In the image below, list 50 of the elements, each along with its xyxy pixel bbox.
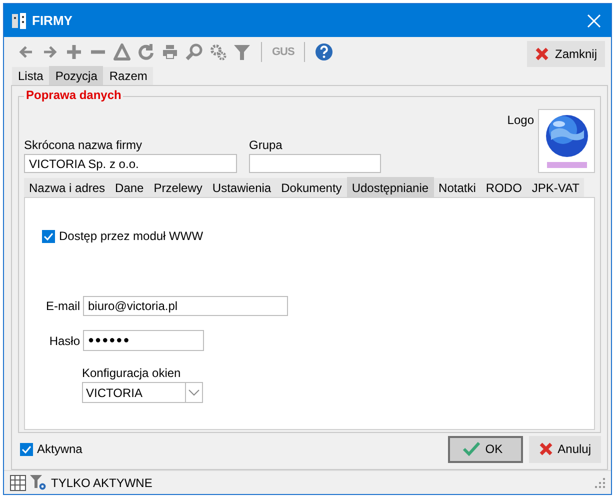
detail-tab[interactable]: Nazwa i adres xyxy=(24,178,110,197)
detail-tab[interactable]: Przelewy xyxy=(148,178,208,197)
detail-tab[interactable]: Dokumenty xyxy=(276,178,347,197)
triangle-icon[interactable] xyxy=(113,43,131,61)
status-text: TYLKO AKTYWNE xyxy=(51,476,152,490)
close-icon xyxy=(534,47,549,61)
search-icon[interactable] xyxy=(185,43,203,61)
close-button[interactable]: Zamknij xyxy=(526,41,605,67)
gears-icon[interactable] xyxy=(209,43,227,61)
chevron-down-icon xyxy=(188,389,200,396)
close-icon[interactable] xyxy=(587,14,601,28)
table-icon[interactable] xyxy=(10,474,26,490)
resize-grip-icon[interactable] xyxy=(595,478,605,488)
checkbox[interactable] xyxy=(20,442,33,456)
detail-tab[interactable]: Ustawienia xyxy=(207,178,276,197)
window-title: FIRMY xyxy=(32,13,74,28)
group-title: Poprawa danych xyxy=(24,88,124,102)
group-field[interactable] xyxy=(249,154,381,173)
refresh-icon[interactable] xyxy=(137,43,155,61)
password-field[interactable]: ●●●●●● xyxy=(83,330,204,351)
cancel-button[interactable]: Anuluj xyxy=(528,436,601,462)
filter-icon[interactable] xyxy=(233,43,251,61)
window-config-dropdown[interactable]: VICTORIA xyxy=(82,382,203,403)
detail-tab[interactable]: Notatki xyxy=(434,178,481,197)
short-name-field[interactable]: VICTORIA Sp. z o.o. xyxy=(24,154,237,173)
email-field[interactable]: biuro@victoria.pl xyxy=(83,296,288,316)
detail-tab[interactable]: Udostępnianie xyxy=(346,177,434,197)
field-label: Hasło xyxy=(48,334,80,348)
field-label: Konfiguracja okien xyxy=(82,366,181,380)
plus-icon[interactable] xyxy=(65,43,83,61)
checkbox-label: Aktywna xyxy=(37,442,82,456)
filter-icon[interactable] xyxy=(30,474,47,491)
printer-icon[interactable] xyxy=(161,43,179,61)
checkbox-label: Dostęp przez moduł WWW xyxy=(59,229,204,243)
detail-tab[interactable]: JPK-VAT xyxy=(526,178,584,197)
ok-button[interactable]: OK xyxy=(448,436,523,462)
view-tab[interactable]: Pozycja xyxy=(49,66,104,85)
building-icon xyxy=(12,12,26,28)
help-icon[interactable] xyxy=(315,43,334,61)
view-tab[interactable]: Razem xyxy=(103,67,154,85)
view-tab[interactable]: Lista xyxy=(12,67,50,85)
detail-tab[interactable]: Dane xyxy=(110,178,149,197)
logo-label: Logo xyxy=(507,113,534,127)
field-label: Grupa xyxy=(249,138,284,152)
field-label: Skrócona nazwa firmy xyxy=(24,138,144,152)
check-icon xyxy=(462,441,480,457)
field-label: E-mail xyxy=(44,299,80,313)
close-icon xyxy=(538,442,553,456)
detail-tab[interactable]: RODO xyxy=(480,178,527,197)
checkbox[interactable] xyxy=(42,230,55,242)
